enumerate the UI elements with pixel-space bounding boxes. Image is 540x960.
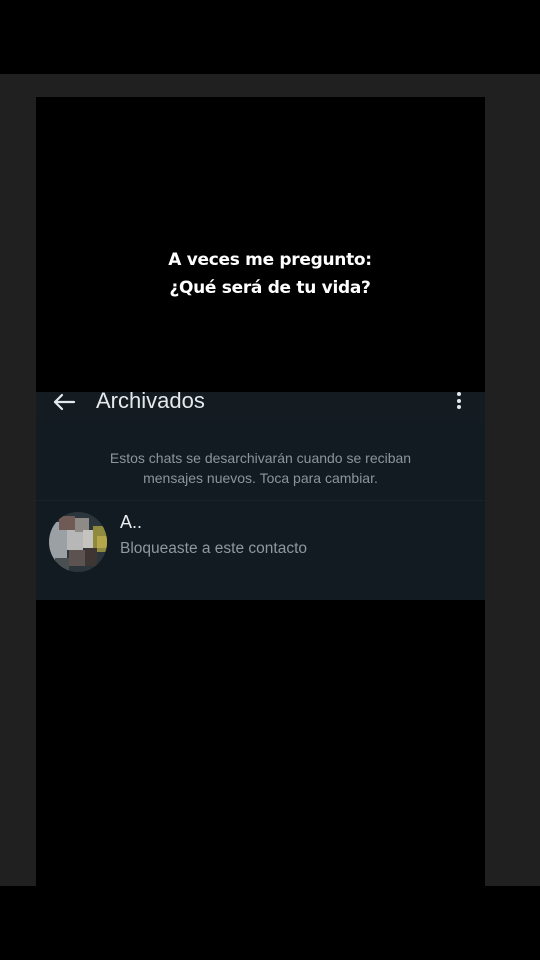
contact-name: A.. <box>120 512 143 532</box>
caption-line-2: ¿Qué será de tu vida? <box>169 278 371 298</box>
last-message-preview: Bloqueaste a este contacto <box>120 540 307 557</box>
video-frame: A veces me pregunto: ¿Qué será de tu vid… <box>0 0 540 960</box>
pixelated-avatar[interactable] <box>49 512 107 572</box>
notice-line-1: Estos chats se desarchivarán cuando se r… <box>109 450 412 466</box>
video-caption: A veces me pregunto: ¿Qué será de tu vid… <box>0 246 540 302</box>
notice-line-2: mensajes nuevos. Toca para cambiar. <box>143 470 378 486</box>
app-bar: Archivados <box>36 388 485 422</box>
page-title: Archivados <box>96 388 205 413</box>
caption-line-1: A veces me pregunto: <box>168 250 372 270</box>
archive-notice[interactable]: Estos chats se desarchivarán cuando se r… <box>36 448 485 488</box>
more-vertical-icon[interactable] <box>454 392 464 412</box>
divider <box>36 500 485 501</box>
chat-list-item[interactable]: A.. Bloqueaste a este contacto <box>36 504 485 584</box>
arrow-left-icon[interactable] <box>52 392 76 412</box>
archived-chats-screenshot: Archivados Estos chats se desarchivarán … <box>36 388 485 600</box>
